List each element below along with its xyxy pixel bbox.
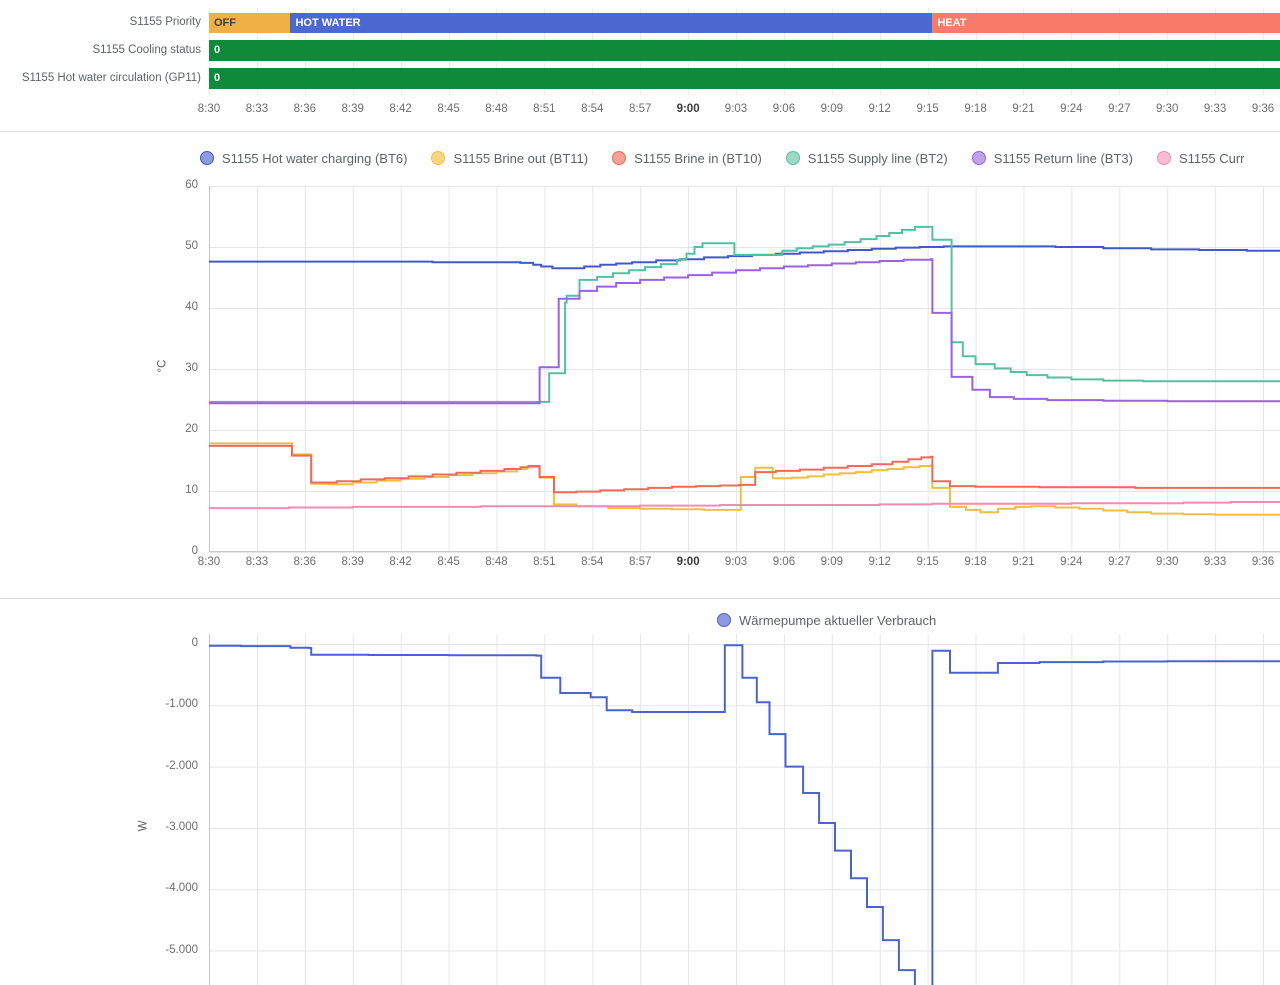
section-divider [0,131,1280,132]
temperature-chart-legend: S1155 Hot water charging (BT6) S1155 Brin… [200,146,1280,170]
x-tick-label: 8:36 [293,556,316,568]
x-tick-label: 8:42 [389,103,412,115]
x-tick-label: 9:30 [1155,556,1179,568]
x-tick-label: 9:24 [1060,556,1083,568]
legend-item[interactable]: S1155 Supply line (BT2) [785,150,948,166]
y-tick-label: 60 [185,179,198,191]
x-tick-label: 9:27 [1108,556,1131,568]
x-tick-label: 9:00 [676,103,700,115]
y-tick-label: 40 [185,301,198,313]
x-tick-label: 8:51 [533,103,556,115]
y-tick-label: -4.000 [165,882,198,895]
x-tick-label: 8:57 [628,103,652,115]
x-tick-label: 9:12 [868,103,891,115]
timeline-segment[interactable]: OFF [209,13,291,33]
x-tick-label: 8:30 [197,556,221,568]
x-tick-label: 9:06 [772,556,796,568]
legend-label: S1155 Curr [1178,150,1245,166]
y-tick-label: 10 [185,484,198,496]
x-tick-label: 8:36 [293,103,316,115]
x-tick-label: 9:27 [1108,103,1131,115]
legend-item[interactable]: S1155 Brine out (BT11) [431,151,588,166]
x-tick-label: 8:33 [245,103,269,115]
timeline-segment[interactable]: HOT WATER [290,13,933,33]
timeline-row-label: S1155 Hot water circulation (GP11) [21,71,201,84]
legend-label: S1155 Brine out (BT11) [453,150,589,166]
x-tick-label: 8:45 [437,103,460,115]
x-tick-label: 9:12 [868,556,891,568]
x-tick-label: 9:06 [772,103,796,115]
legend-marker-icon [785,151,800,165]
x-tick-label: 9:30 [1155,103,1179,115]
x-tick-label: 8:39 [341,556,364,568]
x-tick-label: 9:09 [820,556,844,568]
x-tick-label: 9:18 [964,556,987,568]
x-tick-label: 9:33 [1203,103,1227,115]
x-tick-label: 8:33 [245,556,269,568]
legend-marker-icon [200,151,214,165]
legend-item[interactable]: S1155 Return line (BT3) [971,150,1133,166]
x-tick-label: 9:21 [1012,556,1035,568]
legend-label: S1155 Supply line (BT2) [807,150,948,166]
x-tick-label: 9:15 [916,556,939,568]
x-tick-label: 9:36 [1251,556,1275,568]
timeline-x-axis: 8:30 8:33 8:36 8:39 8:42 8:45 8:48 8:51 8:54 8:57… [0,103,1280,121]
legend-label: S1155 Hot water charging (BT6) [222,150,408,166]
y-tick-label: -3.000 [165,820,198,833]
x-tick-label: 9:09 [820,103,844,115]
temperature-unit-label: °C [156,359,169,373]
y-tick-label: -1.000 [165,698,198,711]
y-tick-label: 50 [185,240,198,252]
x-tick-label: 9:03 [724,556,748,568]
y-tick-label: -2.000 [165,759,198,772]
x-tick-label: 9:15 [916,103,939,115]
x-tick-label: 8:30 [197,103,221,115]
y-tick-label: 0 [191,637,198,649]
legend-item[interactable]: S1155 Hot water charging (BT6) [200,151,407,166]
power-chart-canvas[interactable] [209,634,1280,985]
legend-marker-icon [431,151,446,165]
x-tick-label: 9:18 [964,103,987,115]
legend-marker-icon [1156,151,1171,165]
timeline-row-label: S1155 Priority [129,16,201,28]
legend-item[interactable]: Wärmepumpe aktueller Verbrauch [717,613,936,628]
legend-label: S1155 Brine in (BT10) [634,150,762,166]
legend-marker-icon [717,613,731,627]
legend-marker-icon [971,151,986,165]
power-unit-label: W [137,820,150,832]
y-tick-label: 20 [185,423,198,435]
x-tick-label: 8:57 [628,556,652,568]
x-tick-label: 8:54 [581,103,604,115]
temperature-chart-canvas[interactable] [209,186,1280,553]
legend-label: S1155 Return line (BT3) [993,150,1133,166]
timeline-segment[interactable]: 0 [209,40,1280,61]
y-tick-label: -5.000 [165,943,198,956]
timeline-segment[interactable]: HEAT [932,13,1280,33]
x-tick-label: 9:03 [724,103,748,115]
x-tick-label: 9:00 [676,556,700,568]
section-divider-2 [0,598,1280,599]
x-tick-label: 8:54 [581,556,604,568]
x-tick-label: 8:42 [389,556,412,568]
power-chart-legend: Wärmepumpe aktueller Verbrauch [717,608,1280,632]
x-tick-label: 8:45 [437,556,460,568]
timeline-row-label: S1155 Cooling status [92,43,201,56]
x-tick-label: 9:24 [1060,103,1083,115]
x-tick-label: 9:21 [1012,103,1035,115]
legend-item[interactable]: S1155 Curr [1156,150,1245,166]
temperature-x-axis: 8:30 8:33 8:36 8:39 8:42 8:45 8:48 8:51 8:54 8:57… [0,556,1280,574]
timeline-segment[interactable]: 0 [209,68,1280,89]
x-tick-label: 9:36 [1251,103,1275,115]
heat-pump-dashboard: { "colors": { "timeline_off": "#efb045",… [0,0,1280,985]
x-tick-label: 8:48 [485,556,508,568]
x-tick-label: 8:51 [533,556,556,568]
x-tick-label: 8:48 [485,103,508,115]
legend-marker-icon [612,151,627,165]
x-tick-label: 9:33 [1203,556,1227,568]
legend-label: Wärmepumpe aktueller Verbrauch [739,612,937,628]
legend-item[interactable]: S1155 Brine in (BT10) [612,151,762,166]
x-tick-label: 8:39 [341,103,364,115]
